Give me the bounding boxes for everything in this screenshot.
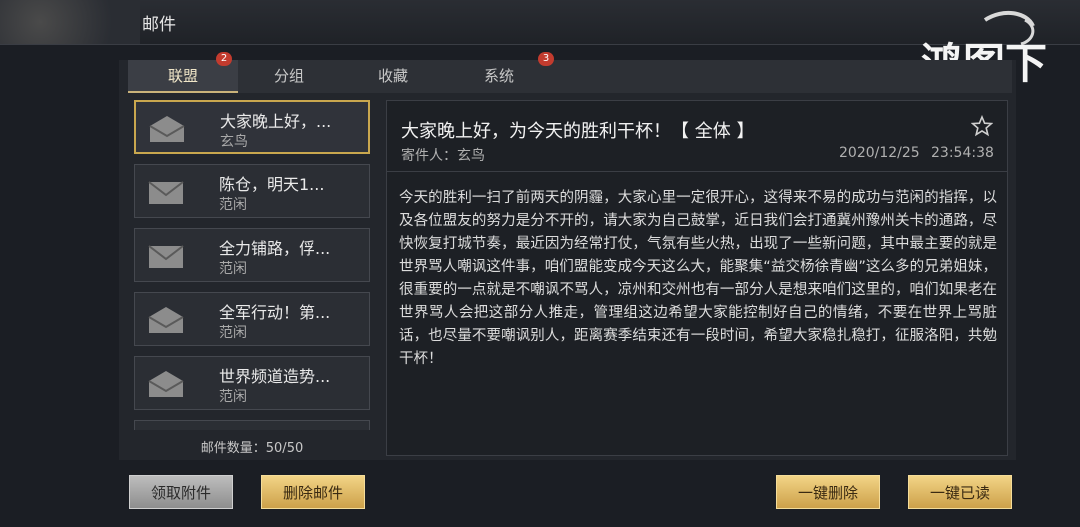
page-title: 邮件 bbox=[142, 15, 176, 35]
mail-sender: 范闲 bbox=[219, 389, 247, 405]
mail-list-item-partial[interactable] bbox=[134, 420, 370, 430]
tab-label: 收藏 bbox=[377, 67, 408, 85]
delete-mail-button[interactable]: 删除邮件 bbox=[261, 475, 365, 509]
mail-subject: 全军行动！第... bbox=[219, 303, 331, 322]
tab-label: 联盟 bbox=[167, 67, 198, 85]
mail-detail-sender: 寄件人：玄鸟 bbox=[401, 148, 485, 164]
star-icon[interactable] bbox=[971, 115, 993, 137]
collect-attachments-button[interactable]: 领取附件 bbox=[129, 475, 233, 509]
mail-sender: 范闲 bbox=[219, 197, 247, 213]
tab-bar: 联盟 2 分组 收藏 系统 3 bbox=[128, 52, 1012, 93]
mail-subject: 大家晚上好，... bbox=[220, 112, 332, 131]
mail-detail-title: 大家晚上好，为今天的胜利干杯！【 全体 】 bbox=[401, 121, 755, 142]
tab-label: 系统 bbox=[483, 67, 514, 85]
mail-list[interactable]: 大家晚上好，... 玄鸟 陈仓，明天1... 范闲 全力铺路，俘... 范闲 全… bbox=[132, 100, 372, 430]
mail-subject: 陈仓，明天1... bbox=[219, 175, 325, 194]
tab-badge: 3 bbox=[538, 52, 554, 66]
mail-sender: 玄鸟 bbox=[220, 134, 248, 150]
divider bbox=[387, 171, 1007, 172]
envelope-open-icon bbox=[148, 307, 184, 333]
tab-badge: 2 bbox=[216, 52, 232, 66]
mail-list-item[interactable]: 世界频道造势... 范闲 bbox=[134, 356, 370, 410]
mail-list-item[interactable]: 全军行动！第... 范闲 bbox=[134, 292, 370, 346]
mail-list-item[interactable]: 大家晚上好，... 玄鸟 bbox=[134, 100, 370, 154]
tab-system[interactable]: 系统 3 bbox=[444, 52, 554, 93]
mail-subject: 全力铺路，俘... bbox=[219, 239, 331, 258]
mail-list-item[interactable]: 全力铺路，俘... 范闲 bbox=[134, 228, 370, 282]
envelope-icon bbox=[148, 181, 184, 204]
tab-group[interactable]: 分组 bbox=[234, 60, 344, 93]
envelope-open-icon bbox=[149, 116, 185, 142]
mail-detail: 大家晚上好，为今天的胜利干杯！【 全体 】 寄件人：玄鸟 2020/12/25 … bbox=[386, 100, 1008, 456]
mail-subject: 世界频道造势... bbox=[219, 367, 331, 386]
mail-list-item[interactable]: 陈仓，明天1... 范闲 bbox=[134, 164, 370, 218]
tab-alliance[interactable]: 联盟 2 bbox=[128, 52, 238, 93]
mail-detail-body: 今天的胜利一扫了前两天的阴霾，大家心里一定很开心，这得来不易的成功与范闲的指挥，… bbox=[399, 190, 997, 367]
tab-favorites[interactable]: 收藏 bbox=[338, 60, 448, 93]
mail-sender: 范闲 bbox=[219, 261, 247, 277]
delete-all-button[interactable]: 一键删除 bbox=[776, 475, 880, 509]
header-ornament bbox=[0, 0, 140, 44]
mail-count: 邮件数量：50/50 bbox=[200, 441, 304, 456]
mail-sender: 范闲 bbox=[219, 325, 247, 341]
envelope-open-icon bbox=[148, 371, 184, 397]
mail-detail-date: 2020/12/25 bbox=[839, 145, 920, 161]
read-all-button[interactable]: 一键已读 bbox=[908, 475, 1012, 509]
envelope-icon bbox=[148, 245, 184, 268]
mail-detail-time: 23:54:38 bbox=[931, 145, 994, 161]
tab-label: 分组 bbox=[273, 67, 304, 85]
